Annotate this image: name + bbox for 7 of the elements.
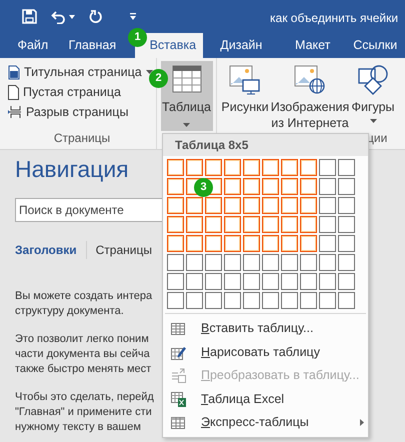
group-label: Страницы bbox=[54, 130, 110, 147]
menu-header: Таблица 8x5 bbox=[163, 134, 368, 156]
window-title: как объединить ячейки bbox=[270, 10, 398, 27]
pane-title: Навигация bbox=[15, 155, 129, 184]
text-paragraph: Вы можете создать интера структуру документа. bbox=[15, 289, 152, 319]
text-paragraph: Чтобы это сделать, перейд "Главная" и примените сти нужному тексту в вашем bbox=[15, 390, 154, 435]
text-paragraph: Это позволит легко поним части документа вы сейча также быстро менять мест bbox=[15, 332, 152, 377]
